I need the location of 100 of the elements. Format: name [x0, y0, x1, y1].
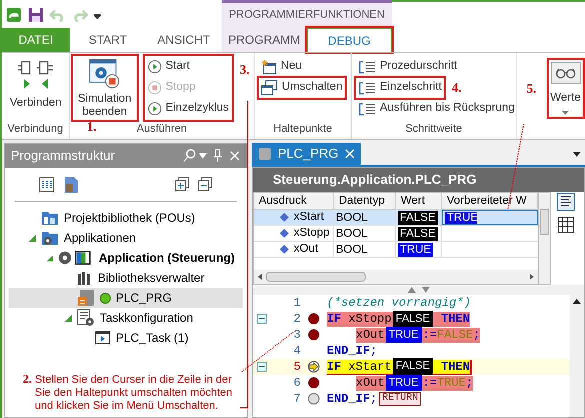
ribbon-button[interactable]: Neu — [259, 57, 304, 77]
table-cell: BOOL — [336, 228, 368, 240]
tree-label: Applikationen — [64, 230, 136, 247]
breakpoint-icon[interactable] — [308, 329, 320, 341]
app-logo-icon[interactable] — [6, 7, 22, 23]
column-header[interactable]: Ausdruck — [254, 193, 334, 209]
table-cell: BOOL — [336, 244, 368, 256]
current-step-icon[interactable] — [308, 361, 320, 373]
scroll-up-icon[interactable] — [573, 299, 581, 304]
stop-icon — [148, 81, 162, 95]
expand-all-icon[interactable] — [175, 177, 190, 192]
line-number: 3 — [292, 327, 301, 344]
vertical-scrollbar-thumb[interactable] — [540, 209, 549, 235]
context-tab-group-header: PROGRAMMIERFUNKTIONEN — [222, 0, 392, 28]
task-window-icon — [95, 331, 111, 345]
line-number: 6 — [292, 375, 301, 392]
table-view-icon[interactable] — [558, 217, 574, 233]
watch-row[interactable]: xStopp BOOL FALSE — [254, 226, 538, 242]
column-header[interactable]: Wert — [396, 193, 442, 209]
ribbon-group-label: Verbindung — [8, 122, 64, 137]
tree-item[interactable]: PLC_Task (1) — [9, 328, 243, 348]
step-icon — [358, 60, 376, 74]
ribbon-group-label: Ausführen — [136, 122, 188, 137]
expand-triangle-icon[interactable] — [47, 254, 54, 262]
tree-item[interactable]: Applikationen — [9, 228, 243, 248]
glasses-icon — [556, 66, 576, 79]
line-number: 5 — [292, 359, 301, 376]
watch-title-bar: Steuerung.Application.PLC_PRG — [253, 168, 584, 192]
table-cell-text: xOut — [294, 242, 318, 257]
editor-tab[interactable]: PLC_PRG — [252, 143, 361, 165]
ribbon-button[interactable]: Einzelzyklus — [146, 99, 231, 119]
column-header[interactable]: Vorbereiteter W — [442, 193, 538, 209]
close-icon[interactable] — [229, 150, 241, 162]
column-header[interactable]: Datentyp — [334, 193, 396, 209]
breakpoint-icon[interactable] — [308, 377, 320, 389]
caret-icon — [562, 111, 570, 116]
annotation-number: 3. — [240, 61, 250, 79]
ribbon-tab[interactable]: START — [70, 28, 146, 52]
ribbon-tab[interactable]: ANSICHT — [146, 28, 222, 52]
folder-gear-icon — [41, 230, 59, 246]
value-badge: FALSE — [398, 210, 438, 224]
customize-caret-icon[interactable] — [94, 12, 101, 18]
ribbon-button[interactable]: Simulation beenden — [74, 57, 136, 119]
tree-item[interactable]: Application (Steuerung) — [9, 248, 243, 268]
annotation-number: 1. — [87, 120, 97, 134]
step-icon — [358, 80, 376, 96]
tab-list-caret-icon[interactable] — [573, 152, 581, 157]
tree-label: Taskkonfiguration — [100, 310, 194, 327]
splitter-arrows-icon[interactable] — [408, 287, 430, 293]
pou-view-icon[interactable] — [63, 176, 79, 194]
collapse-all-icon[interactable] — [198, 177, 213, 192]
books-icon — [77, 271, 93, 285]
ribbon-button[interactable]: Prozedurschritt — [356, 57, 460, 77]
code-line: (*setzen vorrangig*) — [327, 296, 472, 310]
device-view-icon[interactable] — [39, 176, 55, 192]
ribbon-button[interactable]: Einzelschritt — [356, 78, 444, 98]
table-cell-text: xStopp — [294, 226, 330, 241]
monitor-value: TRUE — [386, 374, 422, 392]
ribbon-button[interactable]: Ausführen bis Rücksprung — [356, 99, 517, 119]
ribbon-button[interactable]: Umschalten — [259, 78, 345, 98]
horizontal-scrollbar-thumb[interactable] — [266, 272, 366, 282]
tree-item[interactable]: PLC_PRG — [9, 288, 243, 308]
fold-icon[interactable] — [257, 362, 267, 372]
table-cell: BOOL — [336, 212, 368, 224]
ribbon-button[interactable]: Start — [146, 57, 192, 77]
text-view-icon[interactable] — [557, 193, 575, 211]
scroll-right-icon[interactable] — [530, 274, 534, 280]
value-badge: TRUE — [398, 242, 434, 256]
document-icon — [258, 147, 272, 161]
play-icon — [148, 102, 162, 116]
close-icon[interactable] — [344, 149, 355, 159]
line-number: 7 — [292, 391, 301, 408]
save-icon[interactable] — [28, 7, 44, 23]
ribbon-tab[interactable]: PROGRAMM — [222, 28, 307, 52]
line-number: 1 — [292, 295, 301, 312]
values-dropdown-button[interactable]: Werte — [548, 60, 583, 118]
breakpoint-icon[interactable] — [308, 313, 320, 325]
code-line: END_IF; — [327, 344, 378, 358]
fold-icon[interactable] — [257, 314, 267, 324]
expand-triangle-icon[interactable] — [65, 314, 72, 322]
breakpoint-icon[interactable] — [308, 393, 320, 405]
tree-item[interactable]: Taskkonfiguration — [9, 308, 243, 328]
pin-icon[interactable] — [211, 149, 225, 163]
instruction-text: 2. Stellen Sie den Curser in die Zeile in der Sie den Haltepunkt umschalten möchten und klicken Sie im Menü Umschalten. — [22, 373, 234, 414]
gear-window-icon — [88, 59, 121, 89]
search-icon[interactable] — [183, 149, 207, 163]
tree-item[interactable]: Bibliotheksverwalter — [9, 268, 243, 288]
scroll-left-icon[interactable] — [258, 274, 262, 280]
annotation-number: 4. — [452, 79, 462, 98]
line-number: 4 — [292, 343, 301, 360]
windows-icon — [261, 80, 278, 96]
watch-row[interactable]: xOut BOOL TRUE — [254, 242, 538, 258]
tree-label: Projektbibliothek (POUs) — [64, 210, 196, 227]
tree-label: Application (Steuerung) — [99, 250, 235, 267]
expand-triangle-icon[interactable] — [29, 234, 36, 242]
new-window-icon — [261, 59, 277, 75]
code-line: END_IF; RETURN — [327, 392, 422, 406]
tree-item[interactable]: Projektbibliothek (POUs) — [9, 208, 243, 228]
ribbon-tab[interactable]: DEBUG — [307, 28, 392, 52]
ribbon-button[interactable]: Verbinden — [6, 57, 66, 110]
